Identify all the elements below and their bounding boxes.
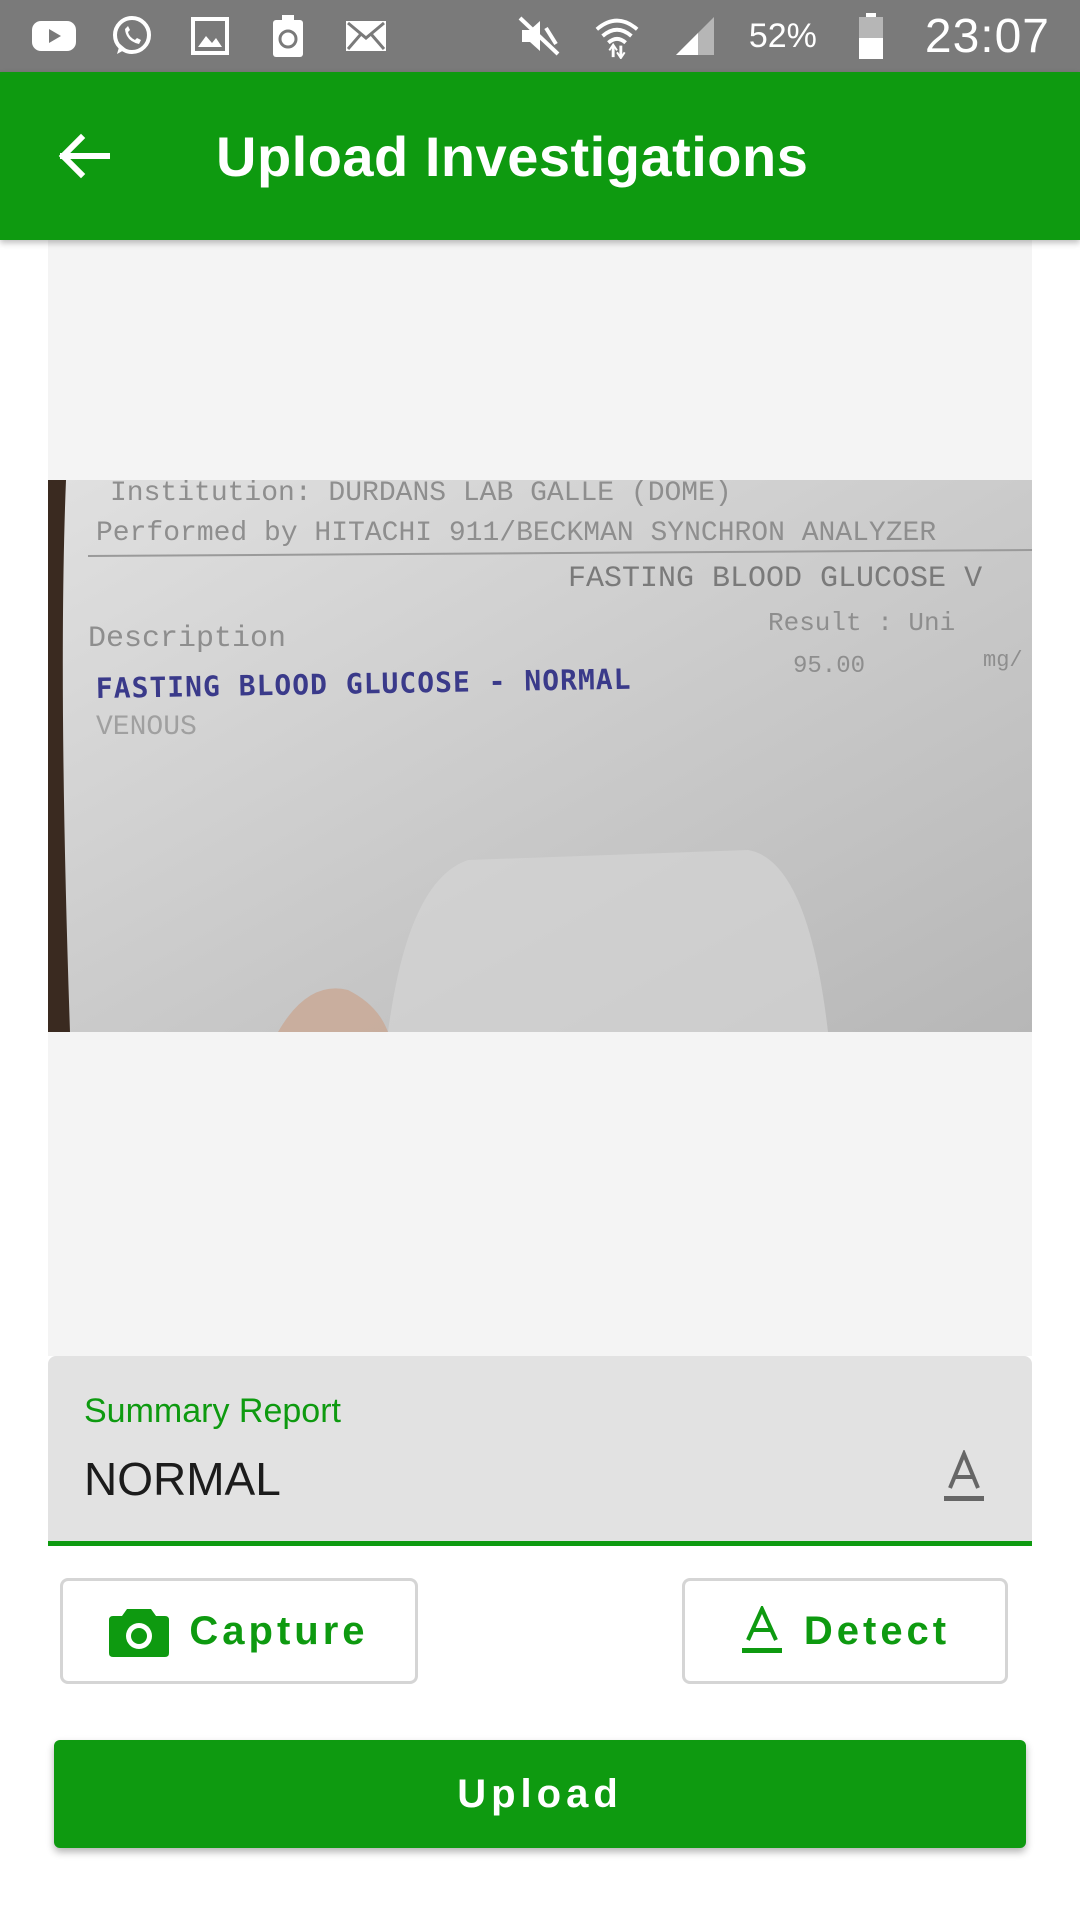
whatsapp-icon: [108, 16, 156, 56]
photo-line-venous: VENOUS: [96, 712, 197, 743]
upload-button-label: Upload: [457, 1771, 623, 1816]
signal-icon: [671, 16, 719, 56]
photo-line-result-header: Result : Uni: [768, 608, 955, 638]
notification-icons: [30, 15, 390, 57]
system-icons: 52% 23:07: [515, 9, 1050, 64]
clock: 23:07: [924, 9, 1050, 63]
summary-report-value[interactable]: NORMAL: [84, 1452, 281, 1506]
captured-report-photo: Institution: DURDANS LAB GALLE (DOME) Pe…: [48, 480, 1032, 1032]
photo-line-heading: FASTING BLOOD GLUCOSE V: [568, 562, 982, 596]
arrow-back-icon: [58, 133, 110, 179]
recycle-icon: [264, 15, 312, 57]
photo-line-performed: Performed by HITACHI 911/BECKMAN SYNCHRO…: [96, 518, 936, 549]
youtube-icon: [30, 16, 78, 56]
summary-report-field[interactable]: Summary Report NORMAL: [48, 1356, 1032, 1546]
battery-icon: [847, 13, 895, 59]
wifi-icon: [593, 16, 641, 59]
status-bar: 52% 23:07: [0, 0, 1080, 72]
capture-button[interactable]: Capture: [60, 1578, 418, 1684]
photo-line-institution: Institution: DURDANS LAB GALLE (DOME): [110, 480, 732, 509]
summary-report-label: Summary Report: [84, 1392, 341, 1430]
photo-line-description: Description: [88, 622, 286, 656]
camera-icon: [109, 1609, 170, 1657]
detect-button[interactable]: Detect: [682, 1578, 1008, 1684]
capture-button-label: Capture: [189, 1608, 369, 1653]
app-bar: Upload Investigations: [0, 72, 1080, 240]
battery-percent: 52%: [748, 16, 817, 55]
detect-button-label: Detect: [803, 1608, 951, 1653]
page-title: Upload Investigations: [216, 124, 809, 188]
text-format-icon: [741, 1606, 782, 1653]
gallery-icon: [186, 16, 234, 56]
text-format-icon[interactable]: [940, 1450, 988, 1506]
mute-icon: [515, 16, 563, 56]
back-button[interactable]: [28, 101, 138, 211]
photo-line-unit: mg/: [983, 648, 1023, 673]
photo-line-value: 95.00: [793, 653, 865, 680]
mail-icon: [342, 16, 390, 56]
image-preview: Institution: DURDANS LAB GALLE (DOME) Pe…: [48, 240, 1032, 1356]
upload-button[interactable]: Upload: [54, 1740, 1026, 1848]
screen: 52% 23:07 Upload Investigations Institut…: [0, 0, 1080, 1920]
